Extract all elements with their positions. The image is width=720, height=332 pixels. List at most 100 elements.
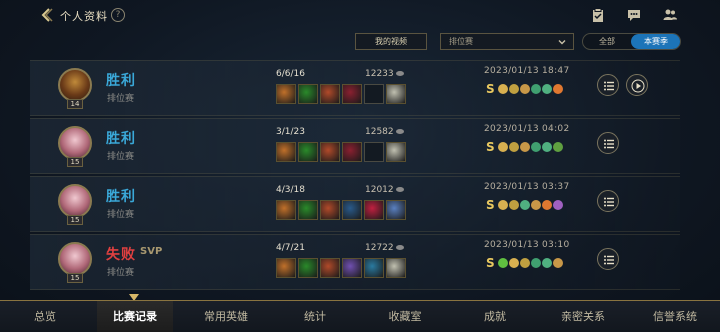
tab-overview[interactable]: 总览	[10, 301, 80, 332]
replay-button[interactable]	[626, 74, 648, 96]
rune-icon	[497, 258, 508, 268]
rune-icon	[519, 200, 530, 210]
tab-common-champions[interactable]: 常用英雄	[188, 301, 264, 332]
match-row[interactable]: 15 失败 SVP 排位赛 4/7/21 12722 2023/01/13 03…	[30, 234, 680, 290]
match-detail-button[interactable]	[597, 190, 619, 212]
kda: 3/1/23	[276, 127, 305, 137]
rune-icon	[552, 200, 563, 210]
gold-value: 12233	[365, 69, 394, 79]
rune-icon	[552, 142, 563, 152]
summoner-spell-icon: S	[486, 82, 495, 96]
item-icon[interactable]	[320, 258, 340, 278]
item-icon[interactable]	[298, 84, 318, 104]
match-detail-button[interactable]	[597, 74, 619, 96]
item-icon[interactable]	[342, 200, 362, 220]
tab-stats[interactable]: 统计	[280, 301, 350, 332]
rune-set: S	[486, 82, 563, 96]
gold-value: 12012	[365, 185, 394, 195]
rune-icon	[508, 258, 519, 268]
gold-amount: 12233	[365, 69, 404, 79]
item-icon[interactable]	[386, 142, 406, 162]
empty-item-slot[interactable]	[364, 84, 384, 104]
empty-item-slot[interactable]	[364, 142, 384, 162]
match-result: 胜利	[106, 131, 136, 147]
item-icon[interactable]	[276, 84, 296, 104]
rune-icon	[519, 258, 530, 268]
item-icon[interactable]	[386, 84, 406, 104]
item-icon[interactable]	[386, 200, 406, 220]
champion-level: 15	[67, 273, 83, 283]
item-icon[interactable]	[342, 84, 362, 104]
rune-icon	[508, 142, 519, 152]
match-detail-button[interactable]	[597, 248, 619, 270]
item-icon[interactable]	[386, 258, 406, 278]
rune-icon	[530, 258, 541, 268]
match-date: 2023/01/13 03:37	[484, 182, 570, 192]
item-icon[interactable]	[276, 200, 296, 220]
rune-set: S	[486, 198, 563, 212]
gold-icon	[395, 71, 404, 76]
gold-icon	[395, 245, 404, 250]
item-icon[interactable]	[276, 142, 296, 162]
tab-achievements[interactable]: 成就	[460, 301, 530, 332]
item-build	[276, 142, 406, 162]
back-arrow-icon[interactable]	[38, 6, 56, 24]
chat-icon[interactable]	[626, 7, 642, 23]
rune-icon	[497, 84, 508, 94]
tab-relationships[interactable]: 亲密关系	[545, 301, 621, 332]
rune-icon	[508, 200, 519, 210]
rune-icon	[497, 200, 508, 210]
friends-icon[interactable]	[662, 7, 678, 23]
item-icon[interactable]	[298, 258, 318, 278]
segment-all[interactable]: 全部	[583, 34, 631, 49]
item-icon[interactable]	[320, 200, 340, 220]
champion-level: 15	[67, 157, 83, 167]
mode-select-value: 排位赛	[449, 37, 473, 46]
rune-set: S	[486, 140, 563, 154]
champion-avatar	[58, 242, 92, 276]
gold-value: 12582	[365, 127, 394, 137]
item-icon[interactable]	[276, 258, 296, 278]
help-icon[interactable]: ?	[111, 8, 125, 22]
item-icon[interactable]	[364, 258, 384, 278]
gold-icon	[395, 129, 404, 134]
item-icon[interactable]	[364, 200, 384, 220]
item-build	[276, 84, 406, 104]
rune-icon	[530, 84, 541, 94]
item-icon[interactable]	[320, 142, 340, 162]
rune-icon	[541, 142, 552, 152]
my-videos-button[interactable]: 我的视频	[355, 33, 427, 50]
item-icon[interactable]	[342, 258, 362, 278]
summoner-spell-icon: S	[486, 256, 495, 270]
summoner-spell-icon: S	[486, 198, 495, 212]
rune-icon	[541, 84, 552, 94]
match-row[interactable]: 15 胜利 排位赛 3/1/23 12582 2023/01/13 04:02 …	[30, 118, 680, 174]
clipboard-icon[interactable]	[590, 7, 606, 23]
champion-level: 14	[67, 99, 83, 109]
gold-amount: 12722	[365, 243, 404, 253]
tab-match-history[interactable]: 比赛记录	[97, 301, 173, 332]
match-date: 2023/01/13 18:47	[484, 66, 570, 76]
item-icon[interactable]	[298, 200, 318, 220]
tab-reputation[interactable]: 信誉系统	[637, 301, 713, 332]
match-result: 胜利	[106, 73, 136, 89]
gold-icon	[395, 187, 404, 192]
summoner-spell-icon: S	[486, 140, 495, 154]
match-detail-button[interactable]	[597, 132, 619, 154]
match-row[interactable]: 14 胜利 排位赛 6/6/16 12233 2023/01/13 18:47 …	[30, 60, 680, 116]
kda: 4/7/21	[276, 243, 305, 253]
segment-this-season[interactable]: 本赛季	[631, 34, 680, 49]
item-icon[interactable]	[298, 142, 318, 162]
item-icon[interactable]	[342, 142, 362, 162]
play-icon	[631, 79, 645, 93]
mode-select[interactable]: 排位赛	[440, 33, 574, 50]
match-mode: 排位赛	[107, 210, 135, 220]
item-icon[interactable]	[320, 84, 340, 104]
rune-icon	[530, 200, 541, 210]
rune-icon	[552, 258, 563, 268]
match-date: 2023/01/13 03:10	[484, 240, 570, 250]
tab-collection[interactable]: 收藏室	[370, 301, 440, 332]
match-row[interactable]: 15 胜利 排位赛 4/3/18 12012 2023/01/13 03:37 …	[30, 176, 680, 232]
rune-icon	[541, 258, 552, 268]
list-icon	[604, 255, 614, 265]
